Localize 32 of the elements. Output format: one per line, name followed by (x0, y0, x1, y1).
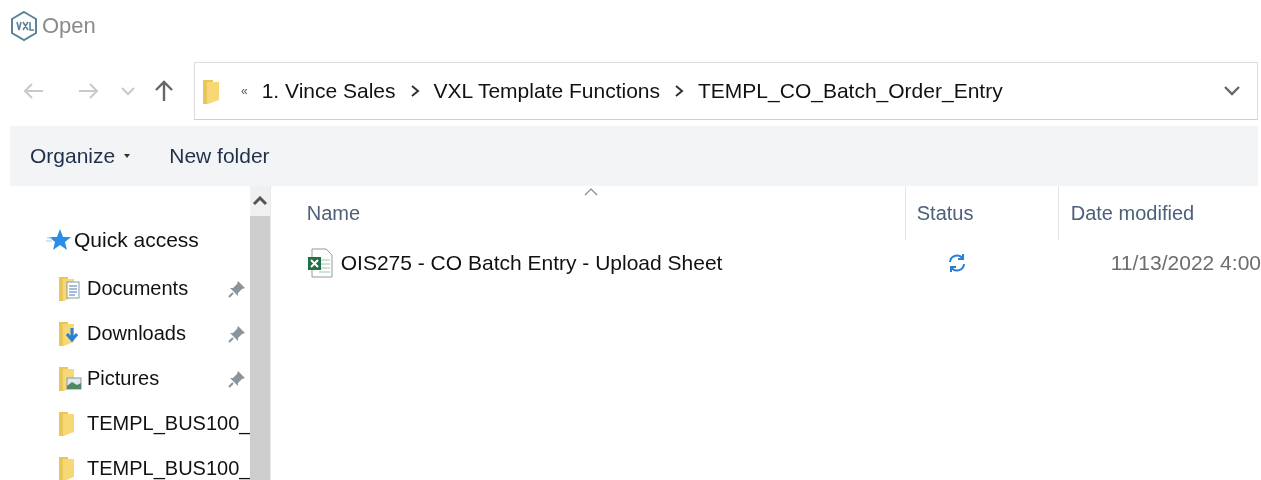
column-header[interactable]: Date modified (1057, 186, 1261, 240)
address-bar[interactable]: « 1. Vince Sales VXL Template Functions TEMPL_CO_Batch_Order_Entry (194, 62, 1258, 120)
sidebar-item[interactable]: TEMPL_BUS100_ (0, 401, 251, 446)
caret-icon (123, 153, 132, 159)
chevron-up-icon (252, 196, 269, 206)
hexagon-logo-icon (9, 10, 39, 42)
chevron-right-icon (409, 84, 420, 98)
overflow-chevron[interactable]: « (241, 84, 248, 98)
date-cell: 11/13/2022 4:00 (1110, 251, 1261, 275)
column-header[interactable]: Name (276, 186, 905, 240)
star-icon (46, 227, 72, 253)
toolbar-button[interactable]: Organize (30, 144, 132, 168)
chevron-down-icon (1222, 85, 1242, 97)
file-name: OIS275 - CO Batch Entry - Upload Sheet (340, 251, 723, 275)
spreadsheet-file-icon (306, 248, 333, 278)
sidebar-item[interactable]: Documents (0, 266, 251, 311)
breadcrumb[interactable]: TEMPL_CO_Batch_Order_Entry (698, 79, 1003, 103)
breadcrumb[interactable]: VXL Template Functions (433, 79, 661, 103)
chevron-right-icon (674, 84, 685, 98)
file-row[interactable]: OIS275 - CO Batch Entry - Upload Sheet 11/13/2022 4:00 (276, 240, 1261, 286)
folder-icon (201, 78, 221, 104)
toolbar-button[interactable]: New folder (169, 144, 270, 168)
sidebar-item[interactable]: Downloads (0, 311, 251, 356)
pictures-folder-icon (58, 365, 82, 392)
documents-folder-icon (58, 275, 82, 302)
window-title: Open (42, 13, 96, 39)
column-header[interactable]: Status (904, 186, 1058, 240)
sidebar-item[interactable]: Pictures (0, 356, 251, 401)
sidebar-item[interactable]: TEMPL_BUS100_ (0, 446, 251, 480)
breadcrumb[interactable]: 1. Vince Sales (261, 79, 396, 103)
quick-access-item[interactable]: Quick access (0, 222, 251, 258)
sidebar-label: Quick access (74, 228, 199, 252)
